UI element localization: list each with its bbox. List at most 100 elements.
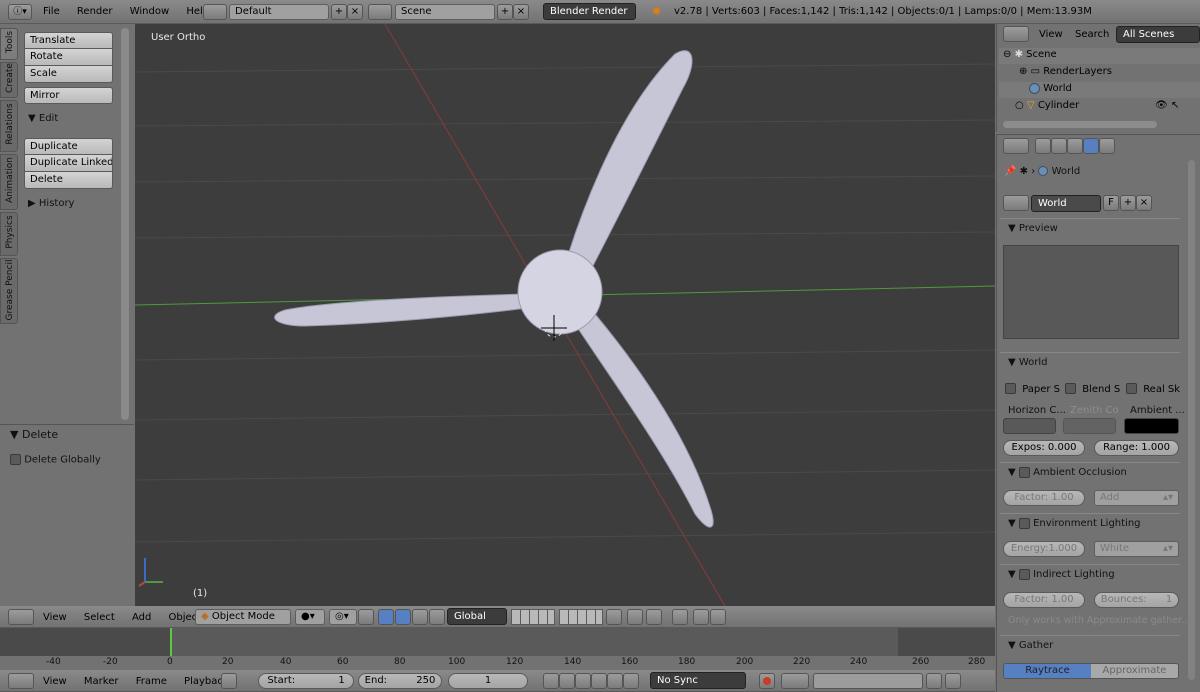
current-frame-field[interactable]: 1 [448, 673, 528, 689]
menu-window[interactable]: Window [130, 6, 169, 17]
new-world-button[interactable]: + [1120, 195, 1136, 211]
delete-keyframe-icon[interactable] [945, 673, 961, 689]
outliner-filter-select[interactable]: All Scenes [1116, 26, 1200, 43]
horizon-color-swatch[interactable] [1003, 418, 1056, 434]
world-name-field[interactable]: World [1031, 195, 1101, 212]
jump-start-icon[interactable] [543, 673, 559, 689]
approximate-tab[interactable]: Approximate [1091, 664, 1178, 678]
preview-panel-header[interactable]: ▼ Preview [1000, 218, 1180, 238]
rotate-manip-button[interactable] [395, 609, 411, 625]
sync-select[interactable]: No Sync [650, 672, 746, 689]
env-checkbox[interactable] [1018, 517, 1030, 529]
properties-scrollbar[interactable] [1188, 160, 1195, 680]
orientation-icon[interactable] [429, 609, 445, 625]
add-scene-button[interactable]: + [497, 4, 513, 20]
render-layers-tab-icon[interactable] [1051, 138, 1067, 154]
real-sky-option[interactable]: Real Sk [1126, 383, 1180, 395]
env-source-select[interactable]: White ▴▾ [1094, 541, 1179, 557]
select-cursor-icon[interactable]: ↖ [1171, 99, 1179, 113]
fake-user-button[interactable]: F [1103, 195, 1119, 211]
tab-relations[interactable]: Relations [0, 100, 18, 152]
expand-icon[interactable]: ○ [1015, 100, 1024, 111]
scene-icon[interactable] [368, 4, 392, 20]
edit-panel-header[interactable]: ▼ Edit [28, 113, 58, 124]
keying-set-icon[interactable] [781, 673, 809, 689]
expand-icon[interactable]: ⊕ [1019, 66, 1027, 77]
raytrace-tab[interactable]: Raytrace [1004, 664, 1091, 678]
snap-icon[interactable] [646, 609, 662, 625]
delete-button[interactable]: Delete [24, 172, 113, 189]
mirror-button[interactable]: Mirror [24, 87, 113, 104]
outliner-row-scene[interactable]: ⊖ ✱ Scene [999, 48, 1200, 64]
prev-keyframe-icon[interactable] [559, 673, 575, 689]
paper-sky-checkbox[interactable] [1005, 383, 1016, 394]
paper-sky-option[interactable]: Paper S [1005, 383, 1060, 395]
outliner-row-cylinder[interactable]: ○ ▽ Cylinder 👁 ↖ [999, 99, 1200, 115]
tab-tools[interactable]: Tools [0, 28, 18, 60]
end-frame-field[interactable]: End: 250 [358, 673, 442, 689]
add-layout-button[interactable]: + [331, 4, 347, 20]
scene-tab-icon[interactable] [1067, 138, 1083, 154]
properties-editor-type-button[interactable] [1003, 138, 1029, 154]
menu-render[interactable]: Render [77, 6, 113, 17]
proportional-edit-icon[interactable] [627, 609, 643, 625]
range-field[interactable]: Range: 1.000 [1094, 440, 1179, 456]
blend-sky-checkbox[interactable] [1065, 383, 1076, 394]
mode-select[interactable]: ◆ Object Mode [195, 609, 291, 625]
outliner-editor-type-button[interactable] [1003, 26, 1029, 42]
3d-viewport[interactable]: User Ortho (1) [135, 24, 995, 606]
screen-layout-icon[interactable] [203, 4, 227, 20]
record-icon[interactable] [759, 673, 775, 689]
manipulator-toggle[interactable] [358, 609, 374, 625]
tab-physics[interactable]: Physics [0, 212, 18, 256]
world-panel-header[interactable]: ▼ World [1000, 352, 1180, 372]
ao-factor-field[interactable]: Factor: 1.00 [1003, 490, 1085, 506]
tool-shelf-scrollbar[interactable] [121, 28, 129, 420]
ambient-color-swatch[interactable] [1124, 418, 1179, 434]
history-panel-header[interactable]: ▶ History [28, 198, 74, 209]
indirect-bounces-field[interactable]: Bounces: 1 [1094, 592, 1179, 608]
timeline-menu-marker[interactable]: Marker [84, 676, 119, 687]
current-frame-marker[interactable] [170, 628, 172, 656]
view3d-menu-view[interactable]: View [43, 612, 67, 623]
preview-range-icon[interactable] [221, 673, 237, 689]
duplicate-linked-button[interactable]: Duplicate Linked [24, 155, 113, 172]
gather-panel-header[interactable]: ▼ Gather [1000, 635, 1180, 655]
play-icon[interactable] [591, 673, 607, 689]
orientation-select[interactable]: Global [447, 608, 507, 625]
tab-create[interactable]: Create [0, 62, 18, 98]
ao-panel-header[interactable]: ▼ Ambient Occlusion [1000, 462, 1180, 482]
scene-field[interactable]: Scene [395, 4, 495, 20]
layer-buttons-a[interactable] [511, 609, 555, 625]
timeline-menu-view[interactable]: View [43, 676, 67, 687]
zenith-color-swatch[interactable] [1063, 418, 1116, 434]
translate-button[interactable]: Translate [24, 32, 113, 49]
tab-animation[interactable]: Animation [0, 154, 18, 210]
delete-globally-checkbox[interactable] [10, 454, 21, 465]
view3d-editor-type-button[interactable] [8, 609, 34, 625]
indirect-factor-field[interactable]: Factor: 1.00 [1003, 592, 1085, 608]
insert-keyframe-icon[interactable] [926, 673, 942, 689]
rotate-button[interactable]: Rotate [24, 49, 113, 66]
render-engine-select[interactable]: Blender Render [543, 3, 636, 20]
scale-button[interactable]: Scale [24, 66, 113, 83]
remove-scene-button[interactable]: × [513, 4, 529, 20]
indirect-panel-header[interactable]: ▼ Indirect Lighting [1000, 564, 1180, 584]
unlink-world-button[interactable]: × [1136, 195, 1152, 211]
editor-type-button[interactable]: ⓘ▾ [8, 4, 32, 20]
jump-end-icon[interactable] [623, 673, 639, 689]
view3d-menu-add[interactable]: Add [132, 612, 151, 623]
remove-layout-button[interactable]: × [347, 4, 363, 20]
world-tab-icon[interactable] [1083, 138, 1099, 154]
layer-buttons-b[interactable] [559, 609, 603, 625]
operator-title[interactable]: ▼ Delete [10, 428, 58, 441]
view3d-menu-select[interactable]: Select [84, 612, 115, 623]
shading-select[interactable]: ●▾ [295, 609, 325, 625]
render-tab-icon[interactable] [1035, 138, 1051, 154]
translate-manip-button[interactable] [378, 609, 394, 625]
outliner-row-world[interactable]: World [999, 82, 1200, 98]
snap-target-icon[interactable] [672, 609, 688, 625]
menu-file[interactable]: File [43, 6, 60, 17]
screen-layout-field[interactable]: Default [229, 4, 329, 20]
play-reverse-icon[interactable] [575, 673, 591, 689]
